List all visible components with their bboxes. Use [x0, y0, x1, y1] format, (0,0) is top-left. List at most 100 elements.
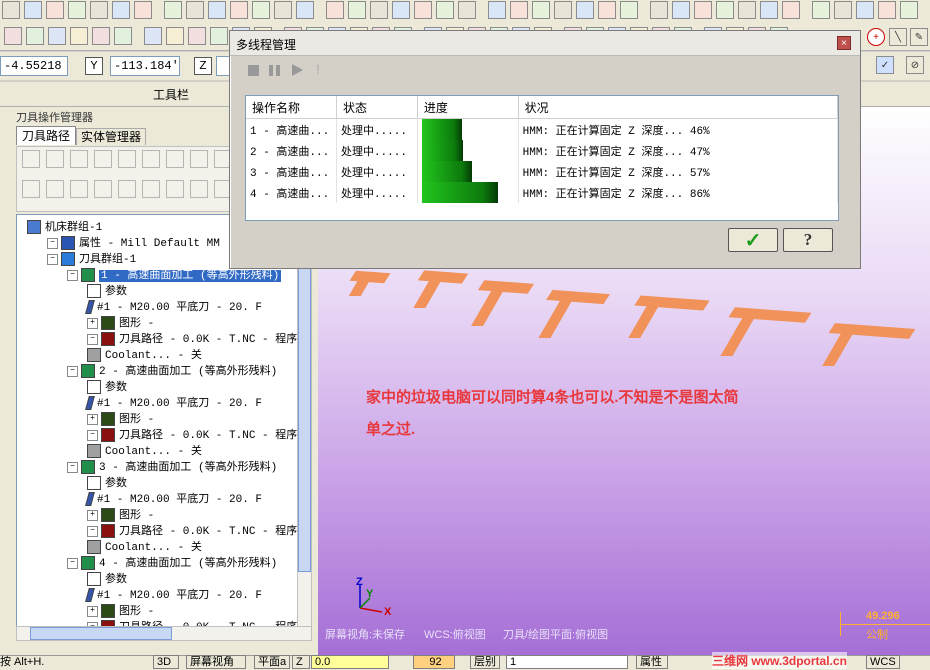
tree-item[interactable]: + 图形 - — [87, 412, 154, 428]
toolbar-button-icon[interactable] — [144, 27, 162, 45]
level-color[interactable]: 92 — [413, 655, 455, 669]
tree-item[interactable]: + 图形 - — [87, 604, 154, 620]
toolbar-button-icon[interactable] — [46, 1, 64, 19]
expand-toggle-icon[interactable]: − — [67, 557, 78, 569]
edit-tool-icon[interactable]: ✎ — [910, 28, 928, 46]
toolbar-button-icon[interactable] — [834, 1, 852, 19]
panel-tool-icon[interactable] — [22, 150, 40, 168]
task-row[interactable]: 2 - 高速曲... 处理中..... HMM: 正在计算固定 Z 深度... 47… — [246, 140, 838, 161]
toolbar-button-icon[interactable] — [274, 1, 292, 19]
tree-item[interactable]: + 图形 - — [87, 316, 154, 332]
expand-toggle-icon[interactable]: − — [87, 429, 98, 441]
toolbar-button-icon[interactable] — [92, 27, 110, 45]
tree-item[interactable]: − 属性 - Mill Default MM — [47, 236, 220, 252]
tree-item[interactable]: − 4 - 高速曲面加工 (等高外形残料) — [67, 556, 277, 572]
expand-toggle-icon[interactable]: − — [67, 269, 78, 281]
tree-item[interactable]: − 刀具路径 - 0.0K - T.NC - 程序 — [87, 428, 297, 444]
tree-item[interactable]: 参数 — [87, 380, 127, 396]
toolbar-button-icon[interactable] — [230, 1, 248, 19]
pause-icon[interactable] — [269, 65, 280, 76]
toolbar-button-icon[interactable] — [134, 1, 152, 19]
toolbar-button-icon[interactable] — [208, 1, 226, 19]
panel-tool-icon[interactable] — [142, 150, 160, 168]
btn-screen-view[interactable]: 屏幕视角 — [186, 655, 246, 669]
panel-tool-icon[interactable] — [118, 180, 136, 198]
toolbar-button-icon[interactable] — [414, 1, 432, 19]
tree-item[interactable]: #1 - M20.00 平底刀 - 20. F — [85, 396, 262, 412]
tab-toolpaths[interactable]: 刀具路径 — [16, 126, 76, 145]
toolbar-button-icon[interactable] — [532, 1, 550, 19]
expand-toggle-icon[interactable]: + — [87, 605, 98, 617]
panel-tool-icon[interactable] — [142, 180, 160, 198]
circle-plus-icon[interactable]: + — [867, 28, 885, 46]
toolbar-button-icon[interactable] — [760, 1, 778, 19]
toolbar-button-icon[interactable] — [878, 1, 896, 19]
toolbar-button-icon[interactable] — [4, 27, 22, 45]
toolbar-button-icon[interactable] — [210, 27, 228, 45]
toolbar-button-icon[interactable] — [370, 1, 388, 19]
toolbar-button-icon[interactable] — [2, 1, 20, 19]
panel-tool-icon[interactable] — [22, 180, 40, 198]
toolbar-button-icon[interactable] — [166, 27, 184, 45]
panel-tool-icon[interactable] — [166, 150, 184, 168]
toolbar-button-icon[interactable] — [782, 1, 800, 19]
coord-x-input[interactable]: -4.55218 — [0, 56, 68, 76]
expand-toggle-icon[interactable]: − — [87, 525, 98, 537]
level-name-input[interactable]: 1 — [506, 655, 628, 669]
ok-button[interactable]: ✓ — [728, 228, 778, 252]
panel-tool-icon[interactable] — [190, 180, 208, 198]
tree-item[interactable]: − 2 - 高速曲面加工 (等高外形残料) — [67, 364, 277, 380]
toolbar-button-icon[interactable] — [112, 1, 130, 19]
tree-item[interactable]: 参数 — [87, 476, 127, 492]
expand-toggle-icon[interactable]: + — [87, 317, 98, 329]
help-button[interactable]: ? — [783, 228, 833, 252]
btn-plane[interactable]: 平面a — [254, 655, 290, 669]
level-label[interactable]: 层别 — [470, 655, 500, 669]
panel-tool-icon[interactable] — [190, 150, 208, 168]
col-header-status[interactable]: 状态 — [336, 96, 418, 119]
toolbar-button-icon[interactable] — [458, 1, 476, 19]
tree-item[interactable]: #1 - M20.00 平底刀 - 20. F — [85, 300, 262, 316]
line-tool-icon[interactable]: ╲ — [889, 28, 907, 46]
tree-item[interactable]: − 刀具群组-1 — [47, 252, 136, 268]
tree-item[interactable]: #1 - M20.00 平底刀 - 20. F — [85, 492, 262, 508]
tree-item[interactable]: #1 - M20.00 平底刀 - 20. F — [85, 588, 262, 604]
toolbar-button-icon[interactable] — [436, 1, 454, 19]
tree-hscroll-thumb[interactable] — [30, 627, 172, 640]
col-header-name[interactable]: 操作名称 — [246, 96, 337, 119]
panel-tool-icon[interactable] — [94, 150, 112, 168]
expand-toggle-icon[interactable]: + — [87, 413, 98, 425]
expand-toggle-icon[interactable]: − — [87, 333, 98, 345]
toolbar-button-icon[interactable] — [716, 1, 734, 19]
toolbar-button-icon[interactable] — [598, 1, 616, 19]
cancel-tool-icon[interactable]: ⊘ — [906, 56, 924, 74]
toolbar-button-icon[interactable] — [694, 1, 712, 19]
col-header-info[interactable]: 状况 — [518, 96, 838, 119]
toolbar-button-icon[interactable] — [188, 27, 206, 45]
panel-tool-icon[interactable] — [166, 180, 184, 198]
panel-tool-icon[interactable] — [46, 150, 64, 168]
expand-toggle-icon[interactable]: + — [87, 509, 98, 521]
tree-item[interactable]: Coolant... - 关 — [87, 444, 202, 460]
toolbar-button-icon[interactable] — [672, 1, 690, 19]
z-depth-input[interactable]: 0.0 — [311, 655, 389, 669]
expand-toggle-icon[interactable]: − — [67, 461, 78, 473]
panel-tool-icon[interactable] — [94, 180, 112, 198]
panel-tool-icon[interactable] — [118, 150, 136, 168]
tree-item[interactable]: − 1 - 高速曲面加工 (等高外形残料) — [67, 268, 282, 284]
toolbar-button-icon[interactable] — [48, 27, 66, 45]
toolbar-button-icon[interactable] — [620, 1, 638, 19]
toolbar-button-icon[interactable] — [90, 1, 108, 19]
toolbar-button-icon[interactable] — [856, 1, 874, 19]
play-icon[interactable] — [292, 64, 303, 76]
toolbar-button-icon[interactable] — [812, 1, 830, 19]
tab-solids[interactable]: 实体管理器 — [76, 128, 146, 145]
toolbar-button-icon[interactable] — [24, 1, 42, 19]
close-icon[interactable]: × — [837, 36, 851, 50]
task-row[interactable]: 3 - 高速曲... 处理中..... HMM: 正在计算固定 Z 深度... 57… — [246, 161, 838, 182]
toolbar-button-icon[interactable] — [164, 1, 182, 19]
toolbar-button-icon[interactable] — [392, 1, 410, 19]
toolbar-button-icon[interactable] — [68, 1, 86, 19]
toolbar-button-icon[interactable] — [738, 1, 756, 19]
expand-toggle-icon[interactable]: − — [47, 253, 58, 265]
